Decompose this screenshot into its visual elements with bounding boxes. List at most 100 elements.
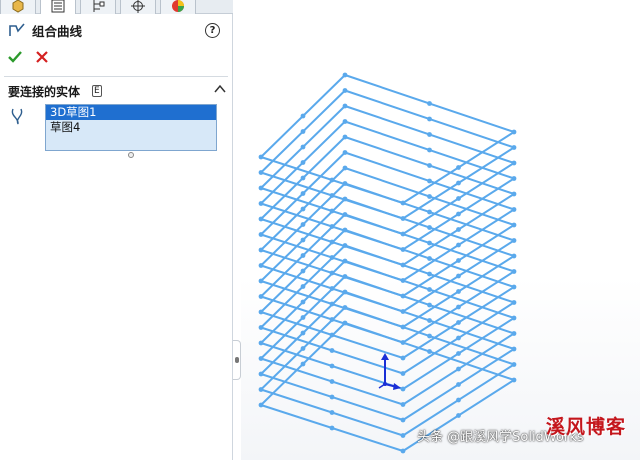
tab-feature-manager[interactable] [0,0,36,14]
entities-selection-list[interactable]: 3D草图1 草图4 [45,104,217,151]
curve-vertex [300,268,306,274]
manager-tabs [0,0,233,14]
curve-vertex [342,305,348,310]
curve-vertex [511,191,517,197]
list-resize-handle[interactable] [128,152,134,158]
curve-vertex [511,284,517,290]
curve-vertex [300,346,306,351]
curve-vertex [400,417,406,423]
curve-vertex [400,402,406,407]
curve-vertex [342,103,348,109]
curve-vertex [329,379,335,384]
curve-vertex [511,331,517,336]
shortcut-key-badge: E [92,85,102,97]
curve-vertex [400,371,406,376]
tab-display-manager[interactable] [160,0,196,14]
curve-vertex [258,247,264,253]
curve-vertex [511,362,517,367]
curve-vertex [258,356,264,361]
curve-vertex [427,349,432,354]
curve-vertex [342,227,348,233]
curve-vertex [342,243,348,248]
curve-vertex [456,413,461,418]
curve-vertex [300,160,306,165]
help-icon[interactable]: ? [205,23,220,38]
panel-splitter-handle[interactable] [233,340,241,380]
check-icon [8,51,22,63]
curve-vertex [427,147,432,153]
curve-vertex [342,165,348,171]
curve-vertex [456,211,461,217]
tab-dimxpert[interactable] [120,0,156,14]
curve-vertex [456,351,461,356]
curve-vertex [427,287,432,292]
list-item[interactable]: 3D草图1 [46,105,216,120]
curve-vertex [427,333,432,339]
curve-vertex [427,178,432,184]
curve-vertex [427,116,432,122]
feature-title: 组合曲线 [32,23,83,39]
curve-vertex [258,185,264,191]
composite-curve-icon [9,23,25,36]
feature-header: 组合曲线 [8,21,82,39]
configuration-manager-icon [93,0,105,12]
curve-selection-icon [11,108,23,125]
curve-vertex [342,134,348,140]
curve-vertex [511,300,517,305]
curve-vertex [456,242,461,248]
curve-vertex [300,222,306,227]
curve-vertex [258,201,264,206]
curve-vertex [342,320,348,326]
curve-vertex [511,129,517,135]
curve-vertex [258,170,264,175]
x-icon [36,51,48,63]
curve-vertex [342,274,348,279]
curve-vertex [511,145,517,150]
curve-vertex [456,366,461,372]
curve-vertex [329,425,335,431]
curve-vertex [511,176,517,181]
curve-vertex [258,154,264,160]
curve-vertex [427,194,432,199]
curve-vertex [300,330,306,336]
curve-vertex [300,315,306,320]
list-item[interactable]: 草图4 [46,120,216,135]
curve-vertex [258,309,264,315]
cancel-button[interactable] [33,48,51,66]
tab-configuration-manager[interactable] [80,0,116,14]
curve-vertex [456,397,461,403]
curve-vertex [258,402,264,408]
curve-vertex [456,180,461,186]
curve-vertex [400,386,406,392]
curve-vertex [427,271,432,277]
entities-group-header[interactable]: 要连接的实体 E [8,82,230,100]
chevron-up-icon[interactable] [213,82,227,96]
curve-vertex [300,253,306,258]
curve-vertex [511,377,517,383]
curve-vertex [456,227,461,232]
curve-vertex [342,181,348,186]
curve-vertex [456,196,461,201]
feature-manager-icon [12,0,24,13]
tab-property-manager[interactable] [40,0,76,14]
curve-vertex [456,258,461,263]
curve-vertex [342,88,348,93]
curve-vertex [511,238,517,243]
group-divider [4,76,228,77]
curve-vertex [300,175,306,181]
curve-vertex [456,382,461,387]
curve-vertex [511,269,517,274]
curve-vertex [258,371,264,377]
curve-vertex [258,387,264,392]
ok-button[interactable] [6,48,24,66]
curve-vertex [300,361,306,367]
curve-vertex [427,302,432,308]
curve-vertex [258,278,264,284]
curve-vertex [427,240,432,246]
graphics-area[interactable] [241,0,640,460]
composite-curve-model [258,72,517,454]
help-label: ? [209,25,216,36]
curve-vertex [400,448,406,454]
entities-group-title: 要连接的实体 [8,85,81,99]
curve-vertex [400,433,406,438]
